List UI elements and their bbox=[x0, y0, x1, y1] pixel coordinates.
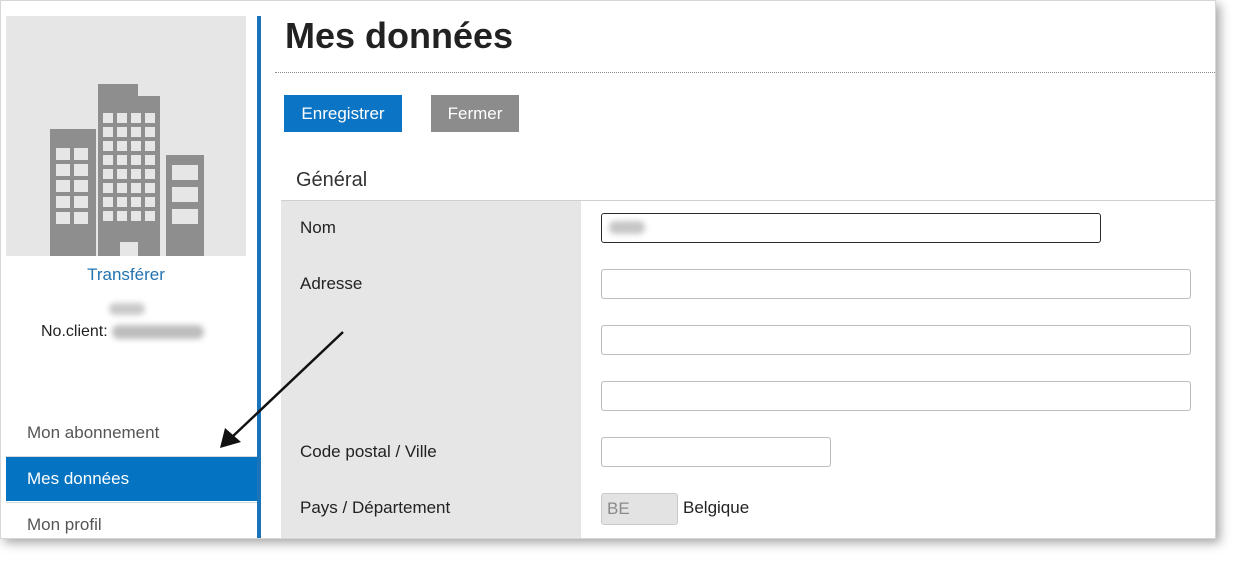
user-name-redacted bbox=[109, 303, 145, 315]
country-label: Pays / Département bbox=[300, 498, 451, 517]
address-line-2-input[interactable] bbox=[601, 325, 1191, 355]
nav-item-profile[interactable]: Mon profil bbox=[6, 503, 261, 538]
address-line-1-input[interactable] bbox=[601, 269, 1191, 299]
client-number-redacted bbox=[111, 324, 204, 339]
save-button[interactable]: Enregistrer bbox=[284, 95, 402, 132]
client-number: No.client: bbox=[41, 323, 204, 341]
country-code-field[interactable]: BE bbox=[601, 493, 678, 525]
section-title-general: Général bbox=[296, 169, 368, 191]
app-window: Transférer No.client: Mon abonnement Mes… bbox=[0, 0, 1216, 539]
name-input[interactable] bbox=[601, 213, 1101, 243]
nav-item-subscription[interactable]: Mon abonnement bbox=[6, 411, 261, 455]
postal-city-label: Code postal / Ville bbox=[300, 442, 437, 461]
form-label-column bbox=[281, 201, 581, 538]
postal-city-input[interactable] bbox=[601, 437, 831, 467]
transfer-link[interactable]: Transférer bbox=[6, 265, 246, 285]
name-value-redacted bbox=[609, 221, 645, 234]
address-line-3-input[interactable] bbox=[601, 381, 1191, 411]
company-logo-placeholder bbox=[6, 16, 246, 256]
building-icon bbox=[50, 84, 204, 256]
title-divider bbox=[275, 72, 1215, 73]
nav-item-my-data[interactable]: Mes données bbox=[6, 457, 261, 501]
country-name: Belgique bbox=[683, 498, 750, 517]
address-label: Adresse bbox=[300, 274, 363, 293]
client-number-label: No.client: bbox=[41, 323, 108, 340]
sidebar: Transférer No.client: Mon abonnement Mes… bbox=[1, 1, 261, 538]
sidebar-border bbox=[257, 16, 261, 538]
close-button[interactable]: Fermer bbox=[431, 95, 519, 132]
page-title: Mes données bbox=[285, 15, 514, 56]
name-label: Nom bbox=[300, 218, 336, 237]
